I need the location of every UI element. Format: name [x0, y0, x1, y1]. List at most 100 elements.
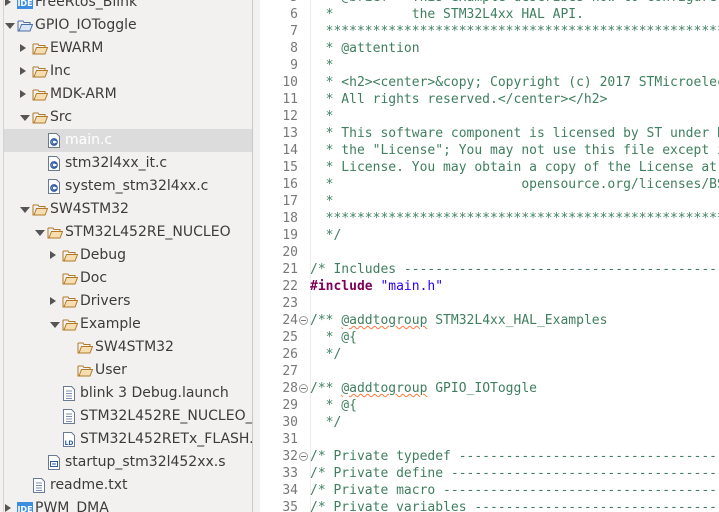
tree-item[interactable]: GPIO_IOToggle — [4, 14, 252, 37]
tree-item[interactable]: IDE PWM_DMA — [4, 497, 252, 512]
tree-item[interactable]: MDK-ARM — [4, 83, 252, 106]
tree-item[interactable]: system_stm32l4xx.c — [4, 175, 252, 198]
folder-icon — [77, 340, 94, 355]
comment-token: * — [310, 194, 334, 209]
tree-item[interactable]: Drivers — [4, 290, 252, 313]
collapse-arrow-icon[interactable] — [50, 322, 60, 328]
folder-icon — [32, 64, 49, 79]
code-line: */ — [310, 414, 342, 431]
folder-icon — [47, 225, 64, 240]
expand-arrow-icon[interactable] — [5, 0, 11, 6]
line-number: 26 — [282, 347, 298, 362]
tree-item[interactable]: EWARM — [4, 37, 252, 60]
tree-item[interactable]: Example — [4, 313, 252, 336]
fold-toggle-icon[interactable] — [299, 316, 308, 325]
code-line: */ — [310, 346, 342, 363]
c-file-icon — [47, 179, 63, 194]
linker-file-icon: LD — [62, 432, 78, 447]
collapse-arrow-icon[interactable] — [20, 207, 30, 213]
expand-arrow-icon[interactable] — [20, 90, 26, 98]
line-number: 7 — [290, 24, 298, 39]
collapse-arrow-icon[interactable] — [35, 230, 45, 236]
tree-item-label: Src — [50, 109, 73, 125]
code-line: /** @addtogroup GPIO_IOToggle — [310, 380, 537, 397]
expand-arrow-icon[interactable] — [20, 44, 26, 52]
tree-item[interactable]: SW4STM32 — [4, 336, 252, 359]
fold-toggle-icon[interactable] — [299, 384, 308, 393]
tree-item[interactable]: blink 3 Debug.launch — [4, 382, 252, 405]
line-number: 35 — [282, 500, 298, 512]
line-number: 25 — [282, 330, 298, 345]
line-number-gutter: 5678910111213141516171819202122232425262… — [260, 0, 311, 512]
tree-item[interactable]: Src — [4, 106, 252, 129]
tree-item[interactable]: Debug — [4, 244, 252, 267]
code-editor[interactable]: 5678910111213141516171819202122232425262… — [260, 0, 719, 512]
line-number: 28 — [282, 381, 298, 396]
tree-item-label: GPIO_IOToggle — [35, 17, 137, 33]
code-line: /* Private macro -----------------------… — [310, 482, 719, 499]
tree-item-label: STM32L452RETx_FLASH.l — [80, 431, 253, 447]
fold-toggle-icon[interactable] — [299, 452, 308, 461]
expand-arrow-icon[interactable] — [50, 251, 56, 259]
tree-item[interactable]: STM32L452RE_NUCLEO_c — [4, 405, 252, 428]
code-line: * — [310, 193, 334, 210]
folder-icon — [62, 271, 79, 286]
tree-item-label: FreeRtos_Blink — [35, 0, 138, 10]
tree-item-label: readme.txt — [50, 477, 128, 493]
tree-item[interactable]: IDE FreeRtos_Blink — [4, 0, 252, 14]
comment-token: */ — [310, 228, 342, 243]
comment-token: /* Includes ----------------------------… — [310, 262, 719, 277]
svg-text:LD: LD — [65, 440, 74, 447]
tree-item-label: SW4STM32 — [50, 201, 129, 217]
line-number: 19 — [282, 228, 298, 243]
code-line: /* Includes ----------------------------… — [310, 261, 719, 278]
tree-item[interactable]: STM32L452RE_NUCLEO — [4, 221, 252, 244]
line-number: 31 — [282, 432, 298, 447]
code-line: /* Private typedef ---------------------… — [310, 448, 719, 465]
line-number: 27 — [282, 364, 298, 379]
comment-token: */ — [310, 347, 342, 362]
line-number: 14 — [282, 143, 298, 158]
tree-item[interactable]: LD STM32L452RETx_FLASH.l — [4, 428, 252, 451]
tree-item-label: User — [95, 362, 127, 378]
tree-item[interactable]: Doc — [4, 267, 252, 290]
tree-item[interactable]: SW4STM32 — [4, 198, 252, 221]
tree-item[interactable]: User — [4, 359, 252, 382]
folder-icon — [32, 110, 49, 125]
c-file-icon — [47, 133, 63, 148]
expand-arrow-icon[interactable] — [5, 504, 11, 512]
tree-item-label: MDK-ARM — [50, 86, 117, 102]
svg-text:IDE: IDE — [17, 0, 32, 8]
tree-item[interactable]: startup_stm32l452xx.s — [4, 451, 252, 474]
comment-token: ****************************************… — [310, 211, 719, 226]
tree-item-label: Example — [80, 316, 141, 332]
tree-item-label: system_stm32l4xx.c — [65, 178, 209, 194]
tree-item[interactable]: Inc — [4, 60, 252, 83]
code-line: /* Private variables -------------------… — [310, 499, 719, 512]
code-line: /* Private define ----------------------… — [310, 465, 719, 482]
comment-token: /* Private typedef ---------------------… — [310, 449, 719, 464]
line-number: 18 — [282, 211, 298, 226]
line-number: 9 — [290, 58, 298, 73]
tree-item[interactable]: main.c — [4, 129, 252, 152]
text-file-icon — [62, 409, 78, 424]
tree-item-label: SW4STM32 — [95, 339, 174, 355]
expand-arrow-icon[interactable] — [20, 67, 26, 75]
code-line: * All rights reserved.</center></h2> — [310, 91, 608, 108]
code-line: ****************************************… — [310, 23, 719, 40]
code-line: * @attention — [310, 40, 420, 57]
expand-arrow-icon[interactable] — [50, 297, 56, 305]
string-token: "main.h" — [380, 279, 444, 294]
code-line: * This software component is licensed by… — [310, 125, 719, 142]
comment-token: * the "License"; You may not use this fi… — [325, 143, 719, 158]
tree-item[interactable]: stm32l4xx_it.c — [4, 152, 252, 175]
code-line: /** @addtogroup STM32L4xx_HAL_Examples — [310, 312, 607, 329]
line-number: 6 — [290, 7, 298, 22]
collapse-arrow-icon[interactable] — [20, 115, 30, 121]
comment-token: * opensource.org/licenses/BSD-3-Clause — [325, 177, 719, 192]
collapse-arrow-icon[interactable] — [5, 23, 15, 29]
sash[interactable] — [253, 0, 260, 512]
code-line: * @{ — [310, 329, 357, 346]
folder-icon — [62, 294, 79, 309]
tree-item[interactable]: readme.txt — [4, 474, 252, 497]
